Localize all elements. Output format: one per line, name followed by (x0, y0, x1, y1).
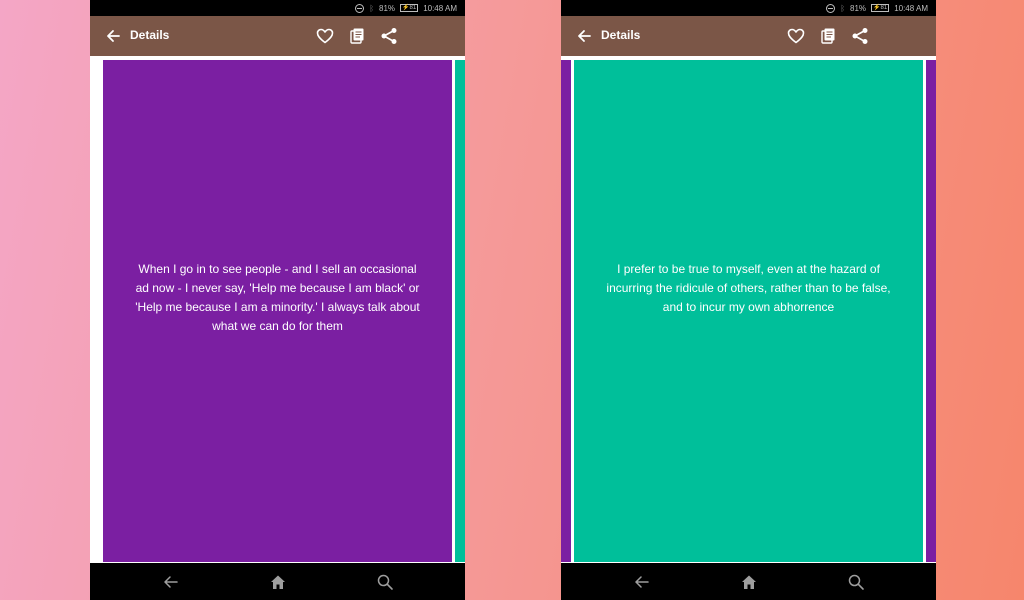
navigation-bar (561, 563, 936, 600)
back-arrow-icon[interactable] (104, 26, 124, 46)
phone-screen-right: ᛒ 81% ⚡81 10:48 AM Details I prefer to b… (561, 0, 936, 600)
share-icon[interactable] (379, 26, 399, 46)
next-quote-card-peek[interactable] (926, 60, 936, 562)
page-title: Details (601, 28, 641, 42)
clock: 10:48 AM (894, 3, 928, 13)
copy-icon[interactable] (347, 26, 367, 46)
app-bar: Details (561, 16, 936, 56)
phone-screen-left: ᛒ 81% ⚡81 10:48 AM Details When I go in … (90, 0, 465, 600)
battery-icon: ⚡81 (871, 4, 890, 12)
do-not-disturb-icon (355, 3, 365, 13)
share-icon[interactable] (850, 26, 870, 46)
page-title: Details (130, 28, 170, 42)
heart-outline-icon[interactable] (786, 26, 806, 46)
heart-outline-icon[interactable] (315, 26, 335, 46)
quote-text: I prefer to be true to myself, even at t… (606, 262, 891, 314)
battery-icon: ⚡81 (400, 4, 419, 12)
app-bar: Details (90, 16, 465, 56)
status-bar: ᛒ 81% ⚡81 10:48 AM (90, 0, 465, 16)
quote-pager[interactable]: I prefer to be true to myself, even at t… (561, 58, 936, 563)
next-quote-card-peek[interactable] (455, 60, 465, 562)
do-not-disturb-icon (826, 3, 836, 13)
clock: 10:48 AM (423, 3, 457, 13)
home-icon[interactable] (740, 573, 758, 591)
home-icon[interactable] (269, 573, 287, 591)
search-icon[interactable] (847, 573, 865, 591)
quote-pager[interactable]: When I go in to see people - and I sell … (90, 58, 465, 563)
quote-card[interactable]: When I go in to see people - and I sell … (103, 60, 452, 562)
copy-icon[interactable] (818, 26, 838, 46)
quote-text: When I go in to see people - and I sell … (135, 262, 420, 333)
battery-percent: 81% (379, 3, 396, 13)
navigation-bar (90, 563, 465, 600)
status-bar: ᛒ 81% ⚡81 10:48 AM (561, 0, 936, 16)
back-arrow-icon[interactable] (575, 26, 595, 46)
previous-quote-card-peek[interactable] (561, 60, 571, 562)
bluetooth-icon: ᛒ (840, 3, 846, 13)
nav-back-icon[interactable] (162, 573, 180, 591)
bluetooth-icon: ᛒ (369, 3, 375, 13)
battery-percent: 81% (850, 3, 867, 13)
quote-card[interactable]: I prefer to be true to myself, even at t… (574, 60, 923, 562)
nav-back-icon[interactable] (633, 573, 651, 591)
search-icon[interactable] (376, 573, 394, 591)
